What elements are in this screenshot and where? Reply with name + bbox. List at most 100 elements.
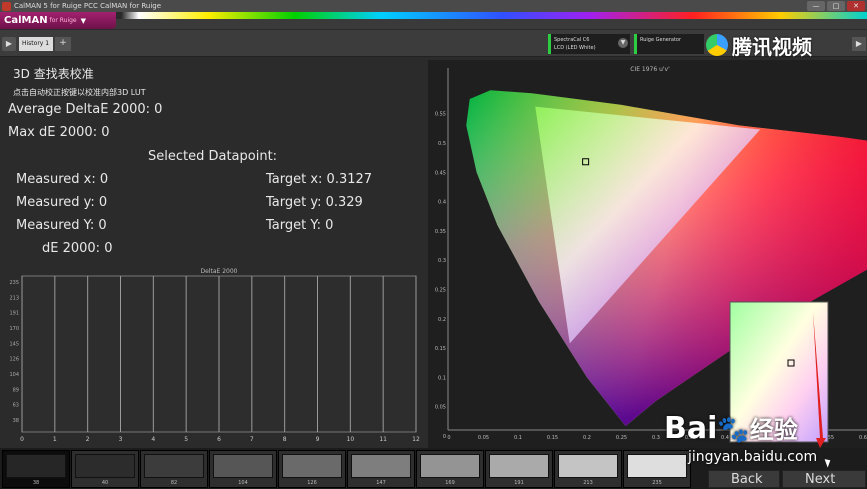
cie-y-tick: 0.1	[438, 375, 446, 381]
deltae-y-tick: 235	[9, 280, 19, 286]
deltae-y-tick: 38	[13, 418, 19, 424]
meter-mode: LCD (LED White)	[554, 45, 596, 51]
cie-y-tick: 0.05	[435, 405, 446, 411]
deltae-chart-title: DeltaE 2000	[201, 268, 238, 275]
panel-scroll-right-button[interactable]: ▶	[852, 37, 866, 51]
cie-x-tick: 0.2	[583, 435, 591, 441]
cie-y-tick: 0.55	[435, 112, 446, 118]
deltae-y-tick: 170	[9, 326, 19, 332]
deltae-x-tick: 10	[347, 436, 355, 443]
baidu-url: jingyan.baidu.com	[688, 449, 818, 465]
back-button[interactable]: Back	[708, 470, 780, 488]
next-label: Next	[805, 472, 836, 487]
measured-x: Measured x: 0	[16, 172, 109, 187]
patch-126[interactable]: 126	[278, 450, 346, 488]
brand-menu-button[interactable]: CalMAN for Ruige ▼	[0, 12, 116, 29]
patch-swatch	[144, 454, 204, 478]
window-title: CalMAN 5 for Ruige PCC CalMAN for Ruige	[14, 2, 162, 10]
patch-swatch	[351, 454, 411, 478]
cie-y-tick: 0	[443, 434, 446, 440]
target-x: Target x: 0.3127	[266, 172, 373, 187]
deltae-y-tick: 191	[9, 311, 19, 317]
patch-swatch	[75, 454, 135, 478]
maximize-button[interactable]: □	[827, 1, 845, 11]
patch-213[interactable]: 213	[554, 450, 622, 488]
selected-datapoint-label: Selected Datapoint:	[148, 149, 278, 164]
patch-swatch	[420, 454, 480, 478]
deltae-x-tick: 5	[184, 436, 188, 443]
panel-title: 3D 查找表校准	[13, 67, 94, 81]
chevron-down-icon: ▼	[618, 38, 628, 48]
tencent-video-watermark: 腾讯视频	[706, 31, 812, 59]
patch-label: 213	[583, 480, 593, 486]
patch-104[interactable]: 104	[209, 450, 277, 488]
patch-191[interactable]: 191	[485, 450, 553, 488]
cie-y-tick: 0.3	[438, 258, 446, 264]
patch-swatch	[558, 454, 618, 478]
cie-x-tick: 0	[447, 435, 450, 441]
panel-subtitle: 点击自动校正按键以校准内部3D LUT	[13, 88, 146, 97]
add-tab-button[interactable]: +	[55, 37, 71, 51]
patch-235[interactable]: 235	[623, 450, 691, 488]
generator-selector[interactable]: Ruige Generator	[634, 34, 704, 54]
close-button[interactable]: ✕	[847, 1, 865, 11]
cie-x-tick: 0.6	[859, 435, 867, 441]
patch-label: 82	[170, 480, 178, 486]
deltae-chart-svg: DeltaE 20000 1 2 3 4 5 6 7 8 9 10 11 123863891041261…	[9, 268, 420, 443]
generator-name: Ruige Generator	[640, 37, 682, 43]
patch-169[interactable]: 169	[416, 450, 484, 488]
cie-x-tick: 0.25	[616, 435, 627, 441]
deltae-x-tick: 0	[20, 436, 24, 443]
deltae-x-tick: 1	[53, 436, 57, 443]
deltae-y-tick: 63	[13, 403, 19, 409]
meter-selector[interactable]: SpectraCal C6 LCD (LED White) ▼	[548, 34, 630, 54]
tab-scroll-left-button[interactable]: ▶	[2, 37, 16, 51]
title-bar: CalMAN 5 for Ruige PCC CalMAN for Ruige …	[0, 0, 867, 12]
patch-38[interactable]: 38	[2, 450, 70, 488]
meter-name: SpectraCal C6	[554, 37, 590, 43]
tencent-logo-icon	[706, 34, 728, 56]
minimize-button[interactable]: —	[807, 1, 825, 11]
cie-x-tick: 0.15	[547, 435, 558, 441]
measured-y: Measured y: 0	[16, 195, 108, 210]
deltae-y-tick: 126	[9, 357, 19, 363]
patch-label: 191	[514, 480, 524, 486]
cie-x-tick: 0.1	[514, 435, 522, 441]
cie-y-tick: 0.45	[435, 170, 446, 176]
patch-swatch	[627, 454, 687, 478]
cie-chart: CIE 1976 u'v' 0 0.05 0.1 0.15 0.2 0.25 0.3 0.35 0…	[428, 60, 867, 448]
window-controls: — □ ✕	[807, 1, 865, 11]
cie-y-tick: 0.15	[435, 346, 446, 352]
measured-luminance: Measured Y: 0	[16, 218, 107, 233]
cie-chart-title: CIE 1976 u'v'	[630, 66, 670, 73]
brand-name: CalMAN	[4, 15, 48, 26]
baidu-brand: Bai	[664, 411, 718, 446]
deltae-chart: DeltaE 2000 0 1 2 3 4 5 6 7 8 9 10 11 12 38 63 89 104 126 1…	[0, 264, 426, 446]
rainbow-bar	[0, 12, 867, 29]
patch-82[interactable]: 82	[140, 450, 208, 488]
tab-history-1[interactable]: History 1	[19, 37, 53, 51]
cie-x-tick: 0.3	[652, 435, 660, 441]
baidu-watermark: Bai🐾经验	[664, 410, 798, 446]
average-deltae: Average DeltaE 2000: 0	[8, 102, 163, 117]
target-y: Target y: 0.329	[266, 195, 363, 210]
baidu-jingyan: 经验	[749, 416, 798, 444]
patch-147[interactable]: 147	[347, 450, 415, 488]
cie-x-tick: 0.05	[478, 435, 489, 441]
chevron-down-icon: ▼	[80, 16, 86, 25]
deltae-y-tick: 145	[9, 341, 19, 347]
back-label: Back	[731, 472, 763, 487]
patch-40[interactable]: 40	[71, 450, 139, 488]
app-icon	[2, 1, 11, 11]
patch-swatch	[489, 454, 549, 478]
deltae-y-tick: 89	[13, 387, 19, 393]
max-de: Max dE 2000: 0	[8, 125, 110, 140]
deltae-y-tick: 104	[9, 372, 19, 378]
next-button[interactable]: Next	[782, 470, 866, 488]
deltae-x-tick: 3	[119, 436, 123, 443]
deltae-x-tick: 8	[283, 436, 287, 443]
target-luminance: Target Y: 0	[266, 218, 334, 233]
patch-swatch	[282, 454, 342, 478]
deltae-x-tick: 12	[412, 436, 420, 443]
patch-label: 126	[307, 480, 317, 486]
